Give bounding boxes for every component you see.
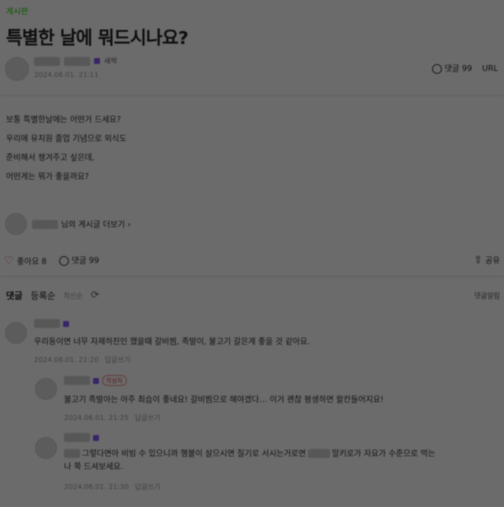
post-top-actions: 댓글 99 URL — [431, 63, 498, 74]
post-body: 보통 특별한날에는 어떤거 드세요? 우리애 유치원 졸업 기념으로 외식도 준… — [6, 110, 127, 186]
divider — [0, 95, 504, 96]
author-badge-icon — [94, 58, 100, 64]
share-icon: ⇪ — [473, 255, 483, 266]
reply-button[interactable]: 답글쓰기 — [135, 482, 161, 492]
author-name-masked — [32, 220, 58, 229]
comment-text-line: 나 쭉 드셔보세요. — [64, 462, 124, 471]
commenter-name-masked[interactable] — [64, 376, 90, 385]
commenter-name-masked[interactable] — [34, 319, 60, 328]
comment-item: 우리동이면 너무 자제하진인 했을때 갈비찜, 족발이, 불고기 갈은게 좋을 … — [34, 319, 310, 365]
commenter-name-masked[interactable] — [64, 433, 90, 442]
share-button[interactable]: ⇪ 공유 — [474, 255, 500, 266]
category-link[interactable]: 게시판 — [6, 6, 28, 17]
sort-registered-tab[interactable]: 등록순 — [31, 289, 56, 302]
reply-button[interactable]: 답글쓰기 — [105, 355, 131, 365]
author-name-masked[interactable] — [34, 56, 60, 66]
url-copy-button[interactable]: URL — [482, 64, 498, 73]
comment-date: 2024.06.01. 21:20 — [34, 356, 99, 364]
comment-count-link[interactable]: 댓글 99 — [431, 63, 473, 74]
share-label: 공유 — [485, 256, 500, 265]
post-date: 2024.06.01. 21:11 — [34, 71, 99, 79]
author-badge: 작성자 — [102, 375, 127, 386]
comment-alert-toggle[interactable]: 댓글알림 — [474, 291, 500, 301]
like-button[interactable]: ♡ 좋아요 8 — [4, 254, 47, 267]
comment-label: 댓글 99 — [71, 256, 100, 265]
reply-button[interactable]: 답글쓰기 — [135, 413, 161, 423]
comment-text: 우리동이면 너무 자제하진인 했을때 갈비찜, 족발이, 불고기 갈은게 좋을 … — [34, 337, 310, 346]
comment-text-line: 말키로가 자요가 수준으로 먹는 — [331, 449, 436, 458]
author-id-masked — [64, 56, 90, 66]
reply-item: 그렇다면아 비빔 수 있으니까 행볼이 살으시면 질기로 서시는거로면 말키로가… — [64, 433, 500, 492]
comment-text: 불고기 족발아는 아주 최습이 좋네요! 갈비찜으로 해야겠다… 이거 괜찮 평… — [64, 395, 384, 404]
divider — [0, 276, 504, 277]
commenter-avatar[interactable] — [35, 378, 57, 400]
commenter-badge-icon — [63, 320, 69, 327]
commenter-avatar[interactable] — [35, 437, 57, 459]
author-row: 새싹 — [34, 56, 117, 66]
post-title: 특별한 날에 뭐드시나요? — [6, 28, 189, 49]
comment-meta: 2024.06.01. 21:20 답글쓰기 — [34, 355, 310, 365]
commenter-badge-icon — [93, 377, 99, 384]
comments-title: 댓글 — [6, 292, 23, 302]
mention-masked — [64, 449, 80, 458]
author-posts-link[interactable]: 님의 게시글 더보기 › — [32, 219, 131, 230]
heart-icon: ♡ — [4, 254, 14, 267]
post-action-bar: ♡ 좋아요 8 댓글 99 ⇪ 공유 — [4, 254, 500, 267]
post-body-line: 보통 특별한날에는 어떤거 드세요? — [6, 115, 121, 124]
comment-icon — [431, 63, 442, 74]
post-body-line: 어떤게는 뭐가 좋을까요? — [6, 172, 89, 181]
author-avatar[interactable] — [5, 57, 29, 81]
reply-item: 작성자 불고기 족발아는 아주 최습이 좋네요! 갈비찜으로 해야겠다… 이거 … — [64, 375, 384, 423]
profile-avatar[interactable] — [5, 213, 27, 235]
sort-latest-tab[interactable]: 최신순 — [63, 291, 82, 301]
post-body-line: 우리애 유치원 졸업 기념으로 외식도 — [6, 134, 127, 143]
author-grade: 새싹 — [104, 57, 117, 65]
like-label: 좋아요 8 — [16, 257, 47, 266]
commenter-nick: 작성자 — [64, 375, 384, 386]
masked-word — [307, 449, 330, 458]
refresh-icon[interactable]: ⟳ — [91, 290, 99, 301]
comment-count-label: 댓글 99 — [444, 64, 473, 73]
comment-button[interactable]: 댓글 99 — [58, 255, 100, 266]
commenter-nick — [64, 433, 500, 442]
comment-meta: 2024.06.01. 21:25 답글쓰기 — [64, 413, 384, 423]
comment-text-line: 그렇다면아 비빔 수 있으니까 행볼이 살으시면 질기로 서시는거로면 — [82, 449, 306, 458]
commenter-badge-icon — [93, 434, 99, 441]
comment-text: 그렇다면아 비빔 수 있으니까 행볼이 살으시면 질기로 서시는거로면 말키로가… — [64, 448, 500, 459]
comment-icon — [58, 255, 69, 266]
comments-header: 댓글 등록순 최신순 ⟳ — [6, 289, 99, 302]
commenter-avatar[interactable] — [5, 322, 27, 344]
page: 게시판 특별한 날에 뭐드시나요? 새싹 2024.06.01. 21:11 댓… — [0, 0, 504, 507]
comment-date: 2024.06.01. 21:30 — [64, 483, 129, 491]
comment-meta: 2024.06.01. 21:30 답글쓰기 — [64, 482, 500, 492]
post-body-line: 준비해서 챙겨주고 싶은데, — [6, 153, 95, 162]
author-posts-link-label: 님의 게시글 더보기 › — [61, 220, 131, 229]
commenter-nick — [34, 319, 310, 328]
comment-date: 2024.06.01. 21:25 — [64, 414, 129, 422]
